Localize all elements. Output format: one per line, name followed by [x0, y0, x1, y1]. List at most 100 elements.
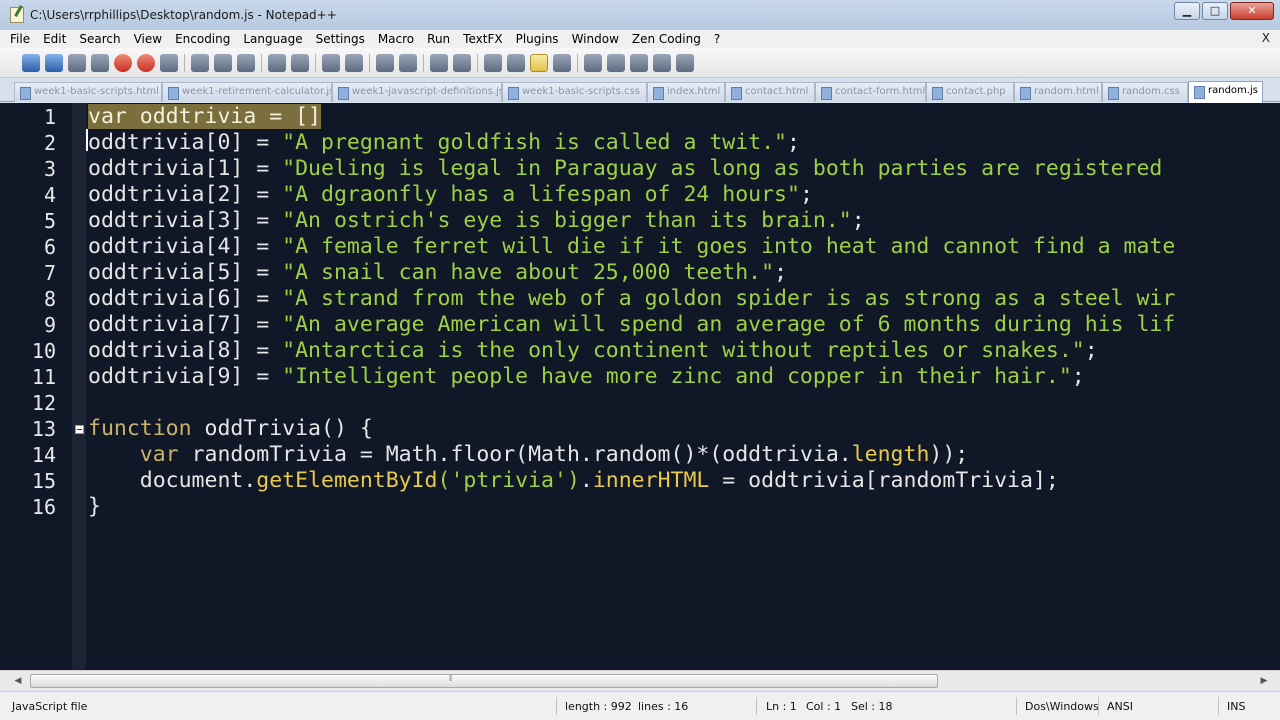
minimize-button[interactable]: ▁: [1174, 2, 1200, 20]
menu-view[interactable]: View: [134, 32, 162, 46]
find-icon[interactable]: [322, 53, 340, 72]
menu-zen-coding[interactable]: Zen Coding: [632, 32, 701, 46]
tab-contact-html[interactable]: contact.html: [725, 82, 815, 102]
toolbar-separator: [315, 53, 316, 72]
play-macro-icon[interactable]: [630, 53, 648, 72]
code-terminator: ;: [774, 260, 788, 285]
code-line-4: oddtrivia[2] = "A dgraonfly has a lifesp…: [88, 182, 813, 208]
replace-icon[interactable]: [345, 53, 363, 72]
code-text: = oddtrivia[randomTrivia];: [709, 468, 1059, 493]
code-line-15: document.getElementById('ptrivia').inner…: [88, 468, 1059, 494]
horizontal-scrollbar[interactable]: ◀ ⦀ ▶: [0, 670, 1280, 690]
code-string: "A snail can have about 25,000 teeth.": [282, 260, 775, 285]
code-keyword: var: [139, 442, 179, 467]
code-string: "A female ferret will die if it goes int…: [282, 234, 1176, 259]
tab-random-js[interactable]: random.js: [1188, 81, 1263, 103]
stop-macro-icon[interactable]: [607, 53, 625, 72]
scrollbar-thumb[interactable]: [30, 674, 938, 688]
menu-run[interactable]: Run: [427, 32, 450, 46]
close-button[interactable]: ✕: [1230, 2, 1274, 20]
code-terminator: ;: [851, 208, 865, 233]
save-all-icon[interactable]: [91, 53, 109, 72]
menu-file[interactable]: File: [10, 32, 30, 46]
code-identifier: oddtrivia[6] =: [88, 286, 283, 311]
undo-icon[interactable]: [268, 53, 286, 72]
status-eol-format: Dos\Windows: [1025, 700, 1099, 713]
tab-week1-javascript-definitions-js[interactable]: week1-javascript-definitions.js: [332, 82, 502, 102]
menu-textfx[interactable]: TextFX: [463, 32, 502, 46]
record-macro-icon[interactable]: [584, 53, 602, 72]
toolbar-separator: [577, 53, 578, 72]
user-language-icon[interactable]: [553, 53, 571, 72]
code-line-14: var randomTrivia = Math.floor(Math.rando…: [88, 442, 968, 468]
new-file-icon[interactable]: [22, 53, 40, 72]
indent-guide-icon[interactable]: [530, 53, 548, 72]
paste-icon[interactable]: [237, 53, 255, 72]
close-all-icon[interactable]: [137, 53, 155, 72]
code-identifier: oddtrivia[4] =: [88, 234, 283, 259]
code-terminator: ;: [1071, 364, 1085, 389]
code-identifier: oddtrivia[3] =: [88, 208, 283, 233]
code-keyword: function: [88, 416, 192, 441]
menu-settings[interactable]: Settings: [316, 32, 365, 46]
line-number: 2: [43, 131, 56, 155]
menu-edit[interactable]: Edit: [43, 32, 66, 46]
scroll-right-icon[interactable]: ▶: [1256, 673, 1272, 689]
code-string: "A strand from the web of a goldon spide…: [282, 286, 1176, 311]
code-line-2: oddtrivia[0] = "A pregnant goldfish is c…: [88, 130, 800, 156]
print-icon[interactable]: [160, 53, 178, 72]
fold-collapse-icon[interactable]: [75, 425, 84, 434]
code-string: "An ostrich's eye is bigger than its bra…: [282, 208, 852, 233]
line-number: 7: [43, 261, 56, 285]
menu-plugins[interactable]: Plugins: [516, 32, 559, 46]
toolbar-separator: [369, 53, 370, 72]
show-all-characters-icon[interactable]: [507, 53, 525, 72]
menu-language[interactable]: Language: [243, 32, 302, 46]
tab-week1-retirement-calculator-js[interactable]: week1-retirement-calculator.js: [162, 82, 332, 102]
run-macro-multiple-icon[interactable]: [653, 53, 671, 72]
line-number: 11: [31, 365, 56, 389]
redo-icon[interactable]: [291, 53, 309, 72]
code-identifier: oddtrivia[1] =: [88, 156, 283, 181]
save-macro-icon[interactable]: [676, 53, 694, 72]
open-file-icon[interactable]: [45, 53, 63, 72]
sync-scroll-icon[interactable]: [430, 53, 448, 72]
copy-icon[interactable]: [214, 53, 232, 72]
code-identifier: oddtrivia[7] =: [88, 312, 283, 337]
menu-window[interactable]: Window: [572, 32, 619, 46]
line-number: 1: [43, 105, 56, 129]
code-string: "An average American will spend an avera…: [282, 312, 1176, 337]
sync-horizontal-icon[interactable]: [453, 53, 471, 72]
zoom-in-icon[interactable]: [376, 53, 394, 72]
code-editor[interactable]: 1 2 3 4 5 6 7 8 9 10 11 12 13 14 15 16 v…: [0, 103, 1280, 670]
window-controls: ▁ □ ✕: [1174, 2, 1274, 20]
code-line-9: oddtrivia[7] = "An average American will…: [88, 312, 1175, 338]
cut-icon[interactable]: [191, 53, 209, 72]
tab-contact-form-html[interactable]: contact-form.html: [815, 82, 926, 102]
line-number: 9: [43, 313, 56, 337]
close-document-button[interactable]: X: [1262, 31, 1270, 45]
tab-week1-basic-scripts-html[interactable]: week1-basic-scripts.html: [14, 82, 162, 102]
menu-encoding[interactable]: Encoding: [175, 32, 230, 46]
maximize-button[interactable]: □: [1202, 2, 1228, 20]
line-number: 15: [31, 469, 56, 493]
save-icon[interactable]: [68, 53, 86, 72]
tab-index-html[interactable]: index.html: [647, 82, 725, 102]
tab-week1-basic-scripts-css[interactable]: week1-basic-scripts.css: [502, 82, 647, 102]
zoom-out-icon[interactable]: [399, 53, 417, 72]
selected-text: var oddtrivia = []: [88, 104, 321, 129]
menu-search[interactable]: Search: [79, 32, 120, 46]
scroll-left-icon[interactable]: ◀: [10, 673, 26, 689]
tab-contact-php[interactable]: contact.php: [926, 82, 1014, 102]
menu-macro[interactable]: Macro: [378, 32, 414, 46]
word-wrap-icon[interactable]: [484, 53, 502, 72]
menu-help[interactable]: ?: [714, 32, 720, 46]
close-file-icon[interactable]: [114, 53, 132, 72]
status-selection-length: Sel : 18: [851, 700, 893, 713]
tab-random-html[interactable]: random.html: [1014, 82, 1102, 102]
tab-random-css[interactable]: random.css: [1102, 82, 1188, 102]
code-string: "Intelligent people have more zinc and c…: [282, 364, 1072, 389]
notepadpp-icon: [10, 7, 24, 23]
line-number: 10: [31, 339, 56, 363]
